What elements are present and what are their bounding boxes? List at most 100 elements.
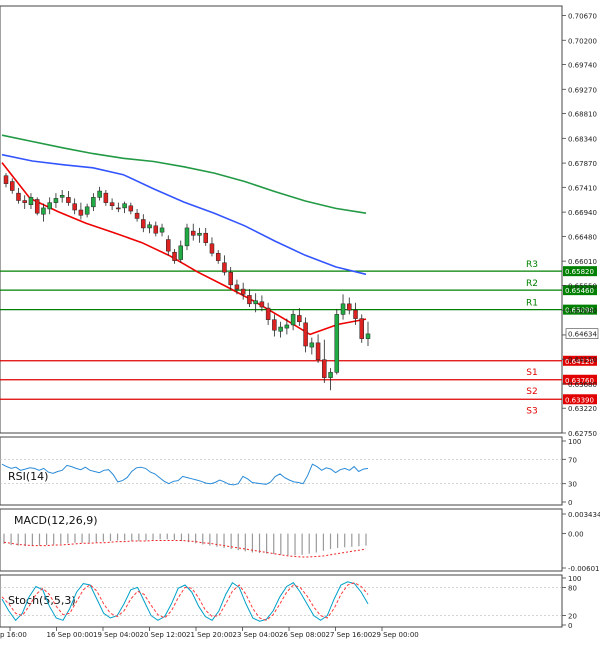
price-tick-label: 0.64150 <box>568 356 597 364</box>
candle-bullish <box>197 233 201 235</box>
price-panel-frame <box>0 6 562 433</box>
forex-chart: 0.65820R30.65460R20.65090R10.64120S10.63… <box>0 0 600 641</box>
candle-bearish <box>360 319 364 339</box>
candle-bullish <box>285 325 289 328</box>
candle-bullish <box>179 246 183 260</box>
candle-bullish <box>123 204 127 208</box>
candle-bullish <box>60 195 64 197</box>
indicator-tick-label: -0.006019 <box>568 565 600 573</box>
time-axis: p 16:0016 Sep 00:0019 Sep 04:0020 Sep 12… <box>0 627 419 639</box>
rsi-title: RSI(14) <box>8 470 48 483</box>
level-value-label: 0.63390 <box>565 396 594 404</box>
stoch-title: Stoch(5,5,3) <box>8 594 76 607</box>
candle-bearish <box>260 302 264 307</box>
price-tick-label: 0.67870 <box>568 160 597 168</box>
candle-bearish <box>216 253 220 260</box>
candle-bearish <box>229 272 233 285</box>
rsi-panel-frame <box>0 437 562 505</box>
candle-bearish <box>166 240 170 252</box>
candle-bearish <box>316 343 320 360</box>
indicator-tick-label: 70 <box>568 456 577 464</box>
candle-bearish <box>135 213 139 218</box>
level-name-label: R3 <box>526 260 538 270</box>
candle-bearish <box>16 193 20 200</box>
candle-bearish <box>66 197 70 202</box>
level-value-label: 0.65820 <box>565 268 594 276</box>
candle-bearish <box>322 360 326 378</box>
candle-bullish <box>85 207 89 214</box>
current-price-marker: 0.64634 <box>566 329 598 339</box>
price-tick-label: 0.66940 <box>568 209 597 217</box>
candle-bearish <box>241 289 245 294</box>
level-name-label: S2 <box>526 387 537 397</box>
chart-canvas: 0.65820R30.65460R20.65090R10.64120S10.63… <box>0 0 600 641</box>
candle-bullish <box>279 327 283 331</box>
candle-bullish <box>291 314 295 325</box>
candle-bullish <box>254 301 258 304</box>
candle-bearish <box>110 203 114 206</box>
price-tick-label: 0.68340 <box>568 135 597 143</box>
candle-bullish <box>366 334 370 339</box>
indicator-tick-label: 20 <box>568 613 577 621</box>
price-tick-label: 0.69740 <box>568 62 597 70</box>
time-tick-label: 27 Sep 16:00 <box>326 631 373 639</box>
indicator-tick-label: 80 <box>568 584 577 592</box>
candle-bullish <box>41 208 45 214</box>
candle-bearish <box>354 310 358 318</box>
candle-bearish <box>191 231 195 235</box>
candle-bullish <box>148 225 152 228</box>
price-tick-label: 0.66480 <box>568 233 597 241</box>
candle-bearish <box>235 285 239 289</box>
candle-bullish <box>335 314 339 372</box>
candle-bullish <box>48 203 52 209</box>
price-tick-label: 0.65080 <box>568 307 597 315</box>
indicator-tick-label: 0.003434 <box>568 511 600 519</box>
price-tick-label: 0.70670 <box>568 12 597 20</box>
indicator-tick-label: 0 <box>568 499 572 507</box>
candle-bullish <box>185 228 189 246</box>
price-tick-label: 0.63220 <box>568 405 597 413</box>
candle-bearish <box>266 308 270 320</box>
candle-bearish <box>23 201 27 203</box>
indicator-tick-label: 30 <box>568 481 577 489</box>
candle-bearish <box>272 320 276 331</box>
indicator-tick-label: 0.00 <box>568 531 584 539</box>
price-tick-label: 0.70200 <box>568 37 597 45</box>
candle-bullish <box>341 304 345 315</box>
price-tick-label: 0.65550 <box>568 282 597 290</box>
level-name-label: S3 <box>526 406 537 416</box>
level-name-label: R1 <box>526 299 538 309</box>
candle-bearish <box>141 220 145 228</box>
time-tick-label: 21 Sep 20:00 <box>186 631 233 639</box>
candle-bullish <box>91 197 95 206</box>
indicator-tick-label: 100 <box>568 575 581 583</box>
candle-bearish <box>204 233 208 242</box>
candle-bullish <box>29 197 33 204</box>
candle-bearish <box>73 204 77 210</box>
candle-bearish <box>129 206 133 211</box>
price-axis: 0.706700.702000.697400.692700.688100.683… <box>562 12 597 438</box>
price-tick-label: 0.62750 <box>568 430 597 438</box>
price-tick-label: 0.66010 <box>568 258 597 266</box>
candle-bearish <box>104 193 108 202</box>
time-tick-label: 19 Sep 04:00 <box>93 631 140 639</box>
candle-bearish <box>304 323 308 346</box>
time-tick-label: 16 Sep 00:00 <box>47 631 94 639</box>
candle-bullish <box>98 191 102 197</box>
candle-bearish <box>35 199 39 213</box>
candle-bullish <box>54 198 58 202</box>
time-tick-label: 20 Sep 12:00 <box>140 631 187 639</box>
candle-bearish <box>79 210 83 215</box>
level-name-label: R2 <box>526 279 538 289</box>
candle-bullish <box>329 372 333 377</box>
level-name-label: S1 <box>526 368 537 378</box>
candle-bearish <box>210 244 214 253</box>
price-tick-label: 0.68810 <box>568 111 597 119</box>
price-tick-label: 0.67410 <box>568 184 597 192</box>
candle-bearish <box>4 176 8 184</box>
macd-title: MACD(12,26,9) <box>14 514 98 527</box>
candle-bearish <box>347 304 351 310</box>
candle-bullish <box>310 343 314 347</box>
time-tick-label: 29 Sep 00:00 <box>372 631 419 639</box>
price-tick-label: 0.63680 <box>568 381 597 389</box>
